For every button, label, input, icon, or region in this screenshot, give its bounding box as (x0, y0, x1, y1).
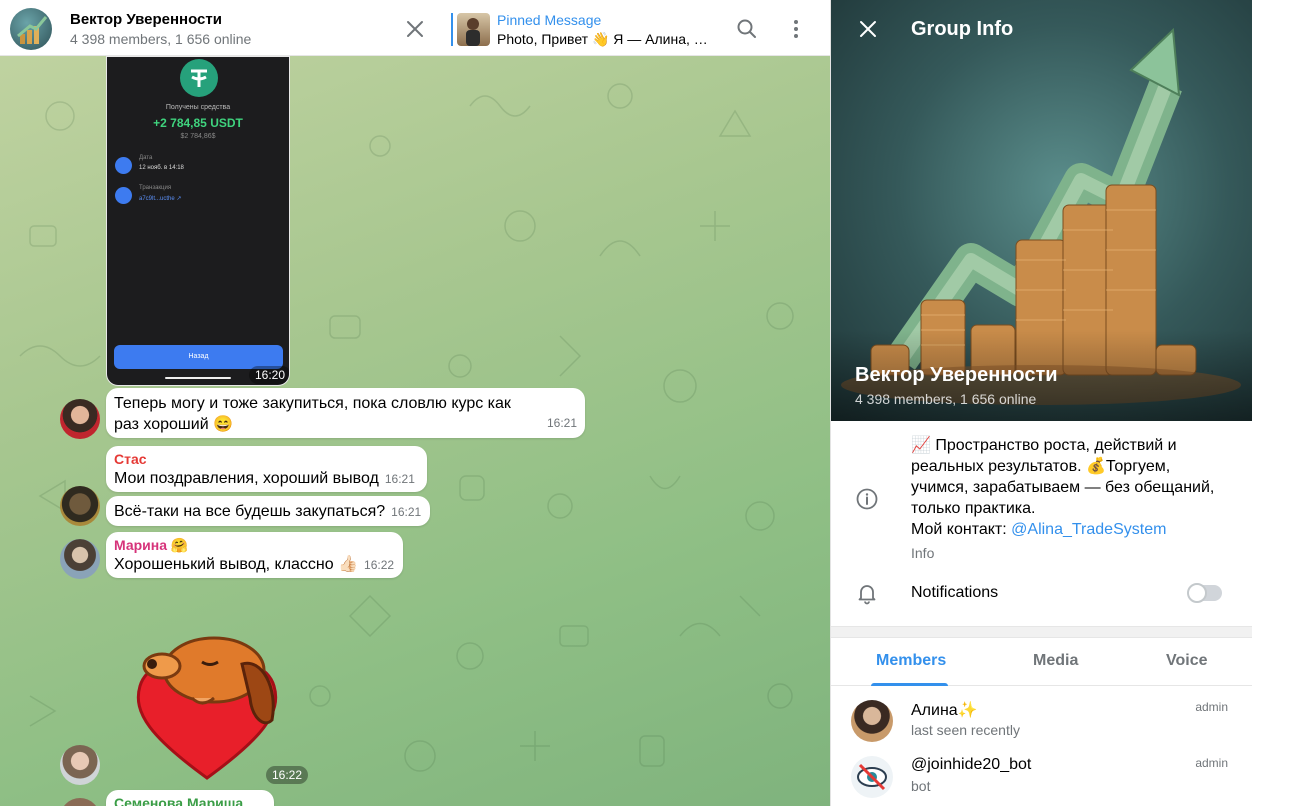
pinned-text[interactable]: Photo, Привет 👋 Я — Алина, … (497, 31, 708, 48)
message-time: 16:21 (546, 416, 577, 430)
window-margin (1252, 0, 1296, 806)
tether-logo-icon (180, 59, 218, 97)
member-status: last seen recently (911, 722, 1020, 738)
tab-media[interactable]: Media (1033, 652, 1078, 670)
message-text: Хорошенький вывод, классно 👍🏻 (114, 556, 359, 573)
bell-icon (855, 581, 879, 605)
avatar[interactable] (60, 399, 100, 439)
member-role: admin (1195, 700, 1228, 714)
sender-name[interactable]: Семенова Мариша (114, 795, 266, 806)
section-divider (831, 626, 1252, 638)
transaction-row: Транзакция a7c9lt...ucthe ↗ (115, 185, 285, 211)
sender-name[interactable]: Стас (114, 451, 419, 468)
date-key: Дата (139, 155, 153, 161)
close-icon[interactable] (403, 17, 427, 41)
group-avatar[interactable] (10, 8, 52, 50)
group-description: 📈 Пространство роста, действий и реальны… (911, 435, 1231, 540)
message-bubble[interactable]: Марина 🤗 Хорошенький вывод, классно 👍🏻 16… (106, 532, 403, 578)
description-text: 📈 Пространство роста, действий и реальны… (911, 437, 1215, 517)
message-time: 16:21 (384, 472, 415, 486)
member-role: admin (1195, 756, 1228, 770)
tab-members[interactable]: Members (876, 652, 946, 670)
pinned-title[interactable]: Pinned Message (497, 12, 601, 28)
member-name: Алина✨ (911, 702, 978, 719)
panel-title: Group Info (911, 18, 1014, 40)
tx-value: a7c9lt...ucthe ↗ (139, 196, 182, 202)
message-text: Мои поздравления, хороший вывод (114, 470, 379, 487)
member-row[interactable]: @joinhide20_bot bot admin (831, 756, 1252, 806)
pinned-thumbnail[interactable] (457, 13, 490, 46)
contact-link[interactable]: @Alina_TradeSystem (1011, 521, 1166, 538)
group-cover-photo: Group Info Вектор Уверенности 4 398 memb… (831, 0, 1252, 421)
chat-pane: Вектор Уверенности 4 398 members, 1 656 … (0, 0, 830, 806)
group-name: Вектор Уверенности (855, 364, 1058, 386)
message-time: 16:21 (391, 505, 422, 519)
member-row[interactable]: Алина✨ last seen recently admin (831, 700, 1252, 756)
contact-prefix: Мой контакт: (911, 521, 1012, 538)
more-vertical-icon[interactable] (784, 17, 808, 41)
member-avatar (851, 756, 893, 798)
tab-voice[interactable]: Voice (1166, 652, 1208, 670)
pinned-indicator (451, 13, 453, 46)
close-icon[interactable] (856, 17, 880, 41)
telegram-app: Вектор Уверенности 4 398 members, 1 656 … (0, 0, 1296, 806)
sender-name[interactable]: Марина 🤗 (114, 537, 395, 554)
chat-member-count: 4 398 members, 1 656 online (70, 31, 252, 47)
info-tabs: Members Media Voice (831, 638, 1252, 686)
message-bubble[interactable]: Теперь могу и тоже закупиться, пока слов… (106, 388, 585, 438)
chat-title[interactable]: Вектор Уверенности (70, 11, 222, 28)
avatar[interactable] (60, 486, 100, 526)
group-member-count: 4 398 members, 1 656 online (855, 391, 1037, 407)
message-text: Всё-таки на все будешь закупаться? (114, 503, 386, 520)
notifications-label: Notifications (911, 584, 999, 601)
calendar-icon (115, 157, 132, 174)
notifications-toggle[interactable] (1187, 583, 1222, 603)
member-avatar (851, 700, 893, 742)
received-label: Получены средства (165, 104, 231, 111)
received-amount: +2 784,85 USDT (153, 116, 243, 130)
avatar[interactable] (60, 539, 100, 579)
arrow-icon (115, 187, 132, 204)
tx-key: Транзакция (139, 185, 172, 191)
photo-message[interactable]: Получены средства +2 784,85 USDT $2 784,… (106, 56, 290, 386)
date-value: 12 нояб. в 14:18 (139, 165, 184, 171)
dog-heart-sticker[interactable] (132, 628, 282, 784)
message-bubble[interactable]: Всё-таки на все будешь закупаться? 16:21 (106, 496, 430, 526)
message-time: 16:22 (364, 558, 395, 572)
info-icon (855, 487, 879, 511)
home-indicator (165, 377, 231, 379)
message-text: Теперь могу и тоже закупиться, пока слов… (114, 395, 511, 433)
received-usd: $2 784,86$ (180, 133, 216, 140)
message-bubble[interactable]: Семенова Мариша (106, 790, 274, 806)
active-tab-indicator (871, 683, 948, 686)
message-bubble[interactable]: Стас Мои поздравления, хороший вывод 16:2… (106, 446, 427, 492)
description-caption: Info (911, 545, 935, 561)
chat-header: Вектор Уверенности 4 398 members, 1 656 … (0, 0, 830, 56)
message-time: 16:20 (249, 366, 289, 384)
message-time: 16:22 (266, 766, 309, 784)
search-icon[interactable] (735, 17, 759, 41)
group-info-panel: Group Info Вектор Уверенности 4 398 memb… (830, 0, 1252, 806)
avatar[interactable] (60, 745, 100, 785)
member-name: @joinhide20_bot (911, 756, 1032, 773)
date-row: Дата 12 нояб. в 14:18 (115, 155, 285, 181)
member-status: bot (911, 778, 931, 794)
toggle-knob (1187, 583, 1207, 603)
